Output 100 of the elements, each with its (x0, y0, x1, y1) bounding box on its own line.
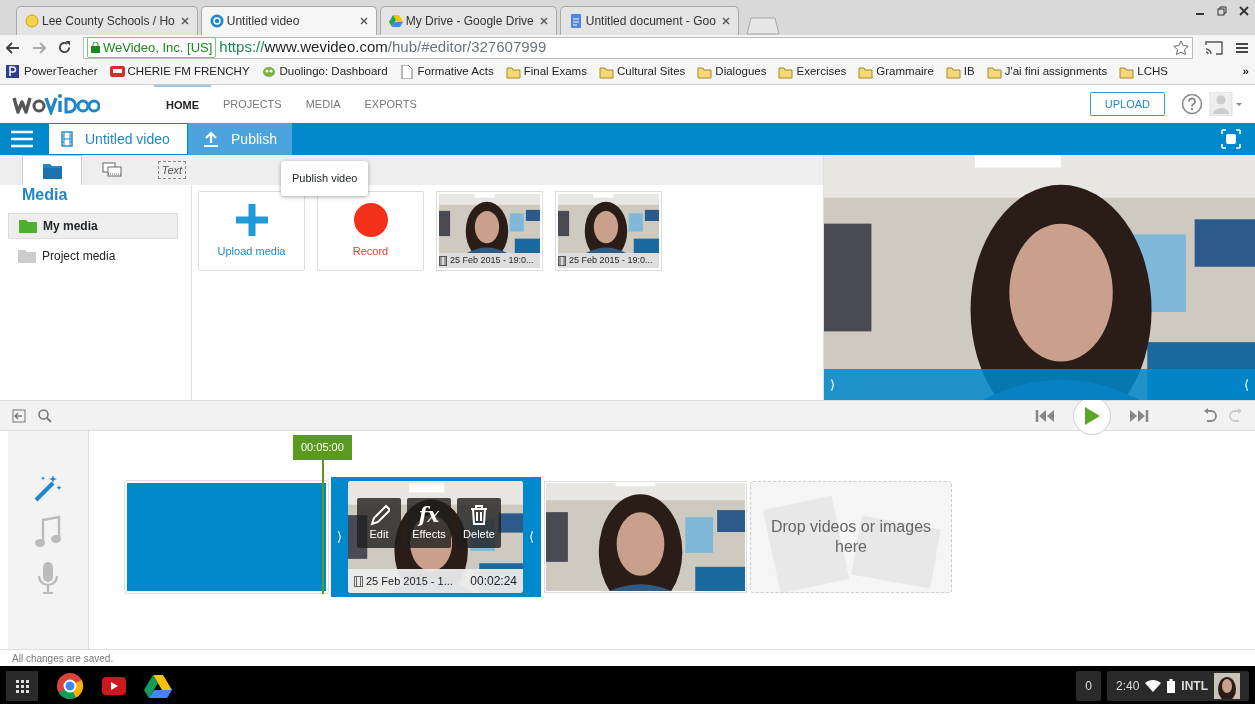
bookmark[interactable]: Dialogues (697, 63, 767, 81)
film-icon (558, 255, 566, 266)
nav-tab[interactable]: PROJECTS (211, 85, 294, 123)
blank-clip[interactable] (125, 481, 328, 593)
folder-icon (945, 65, 961, 79)
browser-icon[interactable] (56, 671, 84, 700)
trash-icon (468, 503, 490, 526)
page-icon (399, 65, 415, 79)
transition-icon (101, 160, 123, 180)
clip-duration: 00:02:24 (470, 573, 517, 590)
menu-icon[interactable] (1235, 41, 1249, 54)
skip-back-icon[interactable] (1035, 408, 1055, 423)
close-icon[interactable] (539, 17, 548, 25)
battery-icon (1167, 678, 1176, 693)
reload-icon[interactable] (58, 41, 71, 54)
panel-title: Media (21, 185, 69, 205)
bookmark[interactable]: Formative Acts (399, 63, 494, 81)
skip-forward-icon[interactable] (1129, 408, 1149, 423)
bookmark[interactable]: Cultural Sites (598, 63, 686, 81)
wifi-icon (1145, 679, 1162, 692)
bookmark[interactable]: Grammaire (858, 63, 934, 81)
restore-icon[interactable] (1217, 6, 1227, 16)
bookmark[interactable]: PowerTeacher (6, 63, 98, 81)
bookmark[interactable]: Final Exams (505, 63, 587, 81)
folder-icon (1119, 65, 1135, 79)
lock-icon (91, 42, 100, 53)
owl-icon (261, 65, 277, 79)
record-icon (353, 202, 388, 237)
media-folder[interactable]: My media (8, 213, 178, 239)
tooltip: Publish video (281, 161, 369, 196)
folder-icon (778, 65, 794, 79)
play-icon (1084, 406, 1100, 425)
trim-handle[interactable]: ⟨ (523, 527, 540, 547)
folder-icon (986, 65, 1002, 79)
bookmark[interactable]: IB (945, 63, 975, 81)
app-launcher-icon[interactable] (6, 670, 38, 701)
film-icon (439, 255, 447, 266)
bookmark[interactable]: Exercises (778, 63, 847, 81)
more-bookmarks[interactable]: » (1242, 63, 1249, 81)
upload-button[interactable]: UPLOAD (1089, 91, 1165, 117)
triangle-icon (388, 14, 403, 28)
media-folder[interactable]: Project media (8, 243, 178, 269)
upload-icon (203, 131, 220, 147)
back-icon[interactable] (6, 41, 20, 54)
film-icon (61, 131, 73, 147)
browser-tab[interactable]: My Drive - Google Drive (379, 6, 557, 35)
browser-tab[interactable]: Untitled video (200, 6, 377, 35)
edit-button[interactable]: Edit (357, 498, 401, 548)
close-icon[interactable] (180, 17, 189, 25)
bookmark[interactable]: LCHS (1119, 63, 1168, 81)
folder-icon (19, 219, 37, 233)
selected-video-clip[interactable]: ⟩ Edit fx Effects Delete 25 Feb 2015 - 1... 00:02:24 ⟨ (331, 477, 541, 597)
video-play-icon[interactable] (102, 676, 126, 695)
media-clip[interactable]: 25 Feb 2015 - 19:0... (555, 191, 662, 271)
trim-handle[interactable]: ⟩ (331, 527, 348, 547)
trim-handle[interactable]: ⟨ (1238, 374, 1255, 395)
bookmark[interactable]: J'ai fini assignments (986, 63, 1108, 81)
radio-icon (109, 65, 125, 79)
help-icon[interactable] (1181, 93, 1203, 115)
film-icon (354, 575, 363, 587)
avatar-icon (1214, 672, 1240, 699)
nav-tab[interactable]: EXPORTS (352, 85, 429, 123)
wevideo-logo-icon (12, 93, 100, 115)
record-tile[interactable]: Record (317, 191, 424, 271)
undo-icon[interactable] (1203, 407, 1217, 424)
system-tray[interactable]: 2:40 INTL (1106, 670, 1249, 701)
effects-icon: fx (418, 503, 440, 526)
browser-tab[interactable]: Untitled document - Goo (559, 6, 739, 35)
close-icon[interactable] (1239, 6, 1249, 16)
close-icon[interactable] (359, 17, 368, 25)
drop-zone[interactable]: Drop videos or images here (750, 481, 952, 593)
plus-icon (234, 202, 269, 237)
effects-button[interactable]: fx Effects (407, 498, 451, 548)
media-clip[interactable]: 25 Feb 2015 - 19:0... (436, 191, 543, 271)
close-icon[interactable] (721, 17, 730, 25)
project-title-tab[interactable]: Untitled video (48, 123, 188, 155)
star-icon[interactable] (1173, 39, 1189, 56)
clip-caption: 25 Feb 2015 - 1... (366, 573, 453, 589)
import-icon[interactable] (12, 408, 26, 423)
search-icon[interactable] (38, 408, 52, 423)
triangle-icon[interactable] (144, 673, 172, 698)
magic-wand-icon[interactable] (33, 473, 63, 503)
upload-media-tile[interactable]: Upload media (198, 191, 305, 271)
cast-icon[interactable] (1205, 40, 1223, 55)
fullscreen-icon[interactable] (1221, 129, 1241, 149)
delete-button[interactable]: Delete (457, 498, 501, 548)
bookmark[interactable]: CHERIE FM FRENCHY (109, 63, 250, 81)
pencil-icon (368, 503, 390, 526)
letter-logo-icon (6, 65, 21, 79)
browser-tab[interactable]: Lee County Schools / Ho (16, 6, 198, 35)
nav-tab[interactable]: MEDIA (293, 85, 353, 123)
notification-count[interactable]: 0 (1076, 670, 1101, 701)
folder-icon (41, 161, 63, 180)
media-panel-tab[interactable]: Text (142, 155, 202, 185)
folder-icon (858, 65, 874, 79)
circle-icon (25, 14, 39, 28)
folder-icon (505, 65, 521, 79)
bookmark[interactable]: Duolingo: Dashboard (261, 63, 388, 81)
media-panel-tab[interactable] (22, 155, 82, 185)
address-bar[interactable]: WeVideo, Inc. [US] https://www.wevideo.com/hub/#editor/327607999 (83, 36, 1193, 59)
